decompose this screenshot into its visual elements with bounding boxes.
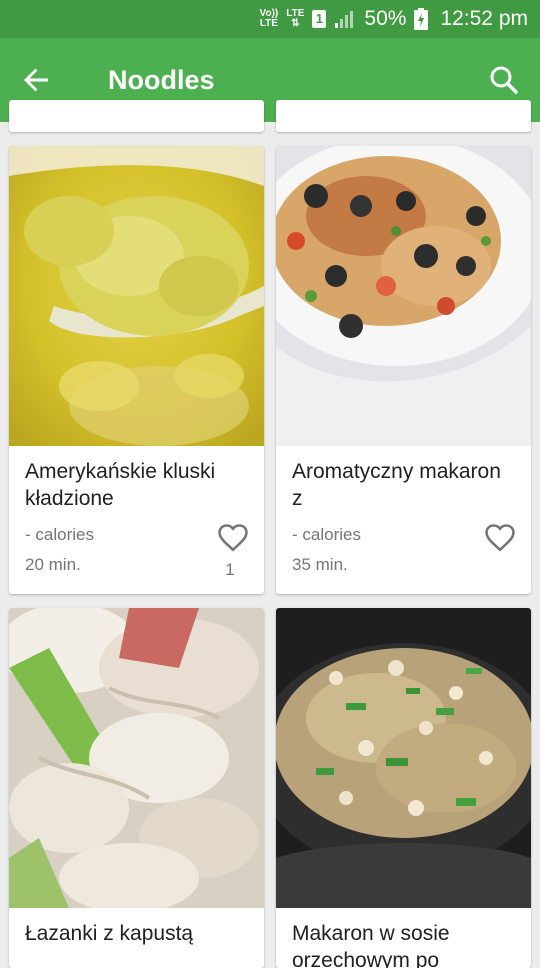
recipe-card[interactable]: Łazanki z kapustą (9, 608, 264, 968)
recipe-title: Aromatyczny makaron z (292, 460, 501, 510)
recipe-image (276, 146, 531, 446)
clock: 12:52 pm (440, 7, 528, 30)
volte-indicator: Vo)) LTE (260, 9, 279, 29)
battery-percent: 50% (364, 7, 407, 30)
recipe-image (9, 608, 264, 908)
sim-indicator: 1 (312, 10, 327, 28)
recipe-title: Łazanki z kapustą (25, 922, 194, 945)
likes-count: 1 (225, 560, 235, 579)
page-title: Noodles (108, 65, 215, 95)
back-button[interactable] (14, 58, 58, 102)
lte-indicator: LTE ⇅ (286, 9, 304, 29)
battery-charging-icon (414, 8, 429, 30)
recipe-image (9, 146, 264, 446)
recipe-card-partial[interactable] (9, 100, 264, 132)
recipe-title: Makaron w sosie orzechowym po (292, 922, 450, 968)
status-bar: Vo)) LTE LTE ⇅ 1 50% 12:52 pm (0, 0, 540, 38)
search-button[interactable] (482, 58, 526, 102)
recipe-image (276, 608, 531, 908)
search-icon (490, 66, 518, 94)
recipe-calories: - calories (292, 525, 361, 544)
arrow-back-icon (24, 68, 48, 92)
signal-icon (335, 11, 354, 28)
recipe-card[interactable]: Makaron w sosie orzechowym po (276, 608, 531, 968)
recipe-time: 35 min. (292, 555, 348, 574)
favorite-button[interactable] (216, 521, 250, 555)
data-arrows-icon: ⇅ (291, 18, 300, 29)
heart-outline-icon (218, 524, 248, 552)
recipe-time: 20 min. (25, 555, 81, 574)
favorite-button[interactable] (483, 521, 517, 555)
recipe-calories: - calories (25, 525, 94, 544)
recipe-card-partial[interactable] (276, 100, 531, 132)
recipe-card[interactable]: Amerykańskie kluski kładzione - calories… (9, 146, 264, 594)
recipe-title: Amerykańskie kluski kładzione (25, 460, 216, 510)
heart-outline-icon (485, 524, 515, 552)
recipe-card[interactable]: Aromatyczny makaron z - calories 35 min. (276, 146, 531, 594)
volte-sub-label: LTE (259, 18, 278, 29)
